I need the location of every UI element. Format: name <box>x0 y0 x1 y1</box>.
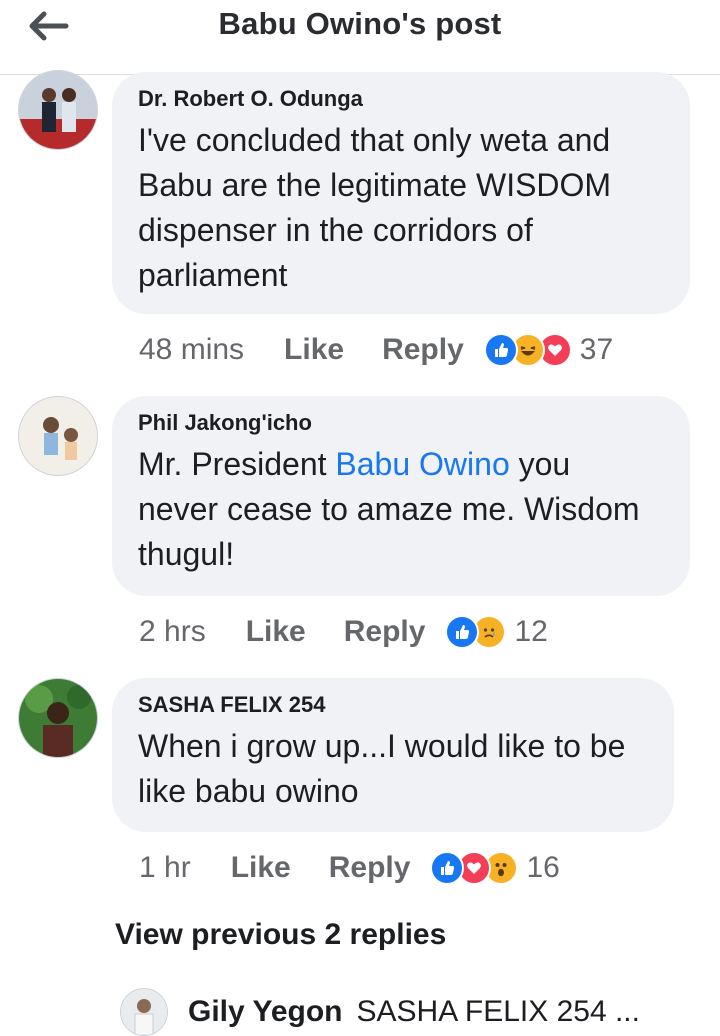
comment-actions: 2 hrs Like Reply 12 <box>139 612 548 652</box>
reaction-icons[interactable] <box>445 615 507 649</box>
like-reaction-icon <box>445 615 480 649</box>
reaction-count[interactable]: 37 <box>580 333 613 367</box>
comment-time[interactable]: 48 mins <box>139 333 244 367</box>
profile-photo <box>19 397 97 475</box>
comment-author[interactable]: Phil Jakong'icho <box>138 410 664 436</box>
reaction-count[interactable]: 16 <box>526 851 559 885</box>
comment-actions: 1 hr Like Reply 16 <box>139 848 560 888</box>
comment-text: I've concluded that only weta and Babu a… <box>138 122 612 293</box>
comment-time[interactable]: 2 hrs <box>139 615 206 649</box>
like-reaction-icon <box>483 333 518 367</box>
mention-link[interactable]: Babu Owino <box>335 446 509 482</box>
comment-text-start: Mr. President <box>138 446 336 482</box>
avatar[interactable] <box>18 678 98 758</box>
like-button[interactable]: Like <box>246 615 306 649</box>
profile-photo <box>121 989 167 1035</box>
reply-button[interactable]: Reply <box>382 333 464 367</box>
comment-text: When i grow up...I would like to be like… <box>138 728 626 809</box>
like-reaction-icon <box>430 851 465 885</box>
reply-snippet: SASHA FELIX 254 ... <box>356 995 640 1028</box>
profile-photo <box>19 71 97 149</box>
reaction-icons[interactable] <box>430 851 519 885</box>
avatar[interactable] <box>18 70 98 150</box>
reaction-count[interactable]: 12 <box>514 615 547 649</box>
comment-bubble[interactable]: SASHA FELIX 254 When i grow up...I would… <box>112 678 674 832</box>
comment-text: Mr. President Babu Owino you never cease… <box>138 442 664 577</box>
profile-photo <box>19 679 97 757</box>
like-button[interactable]: Like <box>231 851 291 885</box>
comment-time[interactable]: 1 hr <box>139 851 191 885</box>
reply-button[interactable]: Reply <box>329 851 411 885</box>
reaction-icons[interactable] <box>483 333 572 367</box>
view-previous-replies-link[interactable]: View previous 2 replies <box>115 918 446 952</box>
comment-author[interactable]: Dr. Robert O. Odunga <box>138 86 664 112</box>
comment-bubble[interactable]: Phil Jakong'icho Mr. President Babu Owin… <box>112 396 690 596</box>
page-title: Babu Owino's post <box>218 6 502 41</box>
comment-author[interactable]: SASHA FELIX 254 <box>138 692 648 718</box>
reply-author[interactable]: Gily Yegon <box>188 995 343 1029</box>
reply-button[interactable]: Reply <box>344 615 426 649</box>
top-bar: Babu Owino's post <box>0 0 720 75</box>
like-button[interactable]: Like <box>284 333 344 367</box>
avatar[interactable] <box>18 396 98 476</box>
reply-preview[interactable]: Gily Yegon SASHA FELIX 254 ... <box>120 988 640 1036</box>
comment-bubble[interactable]: Dr. Robert O. Odunga I've concluded that… <box>112 72 690 314</box>
comment-actions: 48 mins Like Reply 37 <box>139 330 613 370</box>
avatar[interactable] <box>120 988 168 1036</box>
